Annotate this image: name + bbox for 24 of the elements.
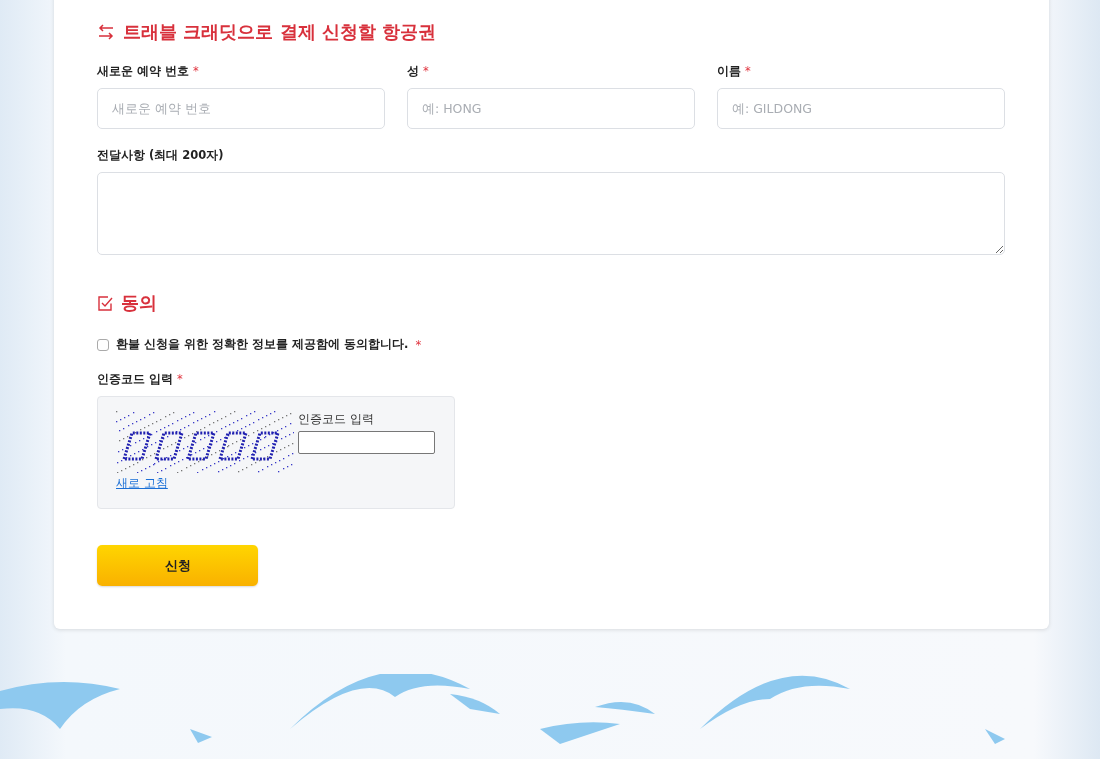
required-mark: *	[745, 64, 751, 78]
required-mark: *	[177, 372, 183, 386]
checkbox-icon	[97, 294, 114, 312]
text-input[interactable]: 예: GILDONG	[717, 88, 1005, 129]
consent-checkbox[interactable]	[97, 338, 109, 351]
field-label: 이름	[717, 64, 741, 78]
required-mark: *	[193, 64, 199, 78]
field-label: 성	[407, 64, 419, 78]
captcha-input-label: 인증코드 입력	[298, 411, 375, 428]
field-label: 전달사항 (최대 200자)	[97, 148, 224, 162]
required-mark: *	[423, 64, 429, 78]
swap-arrows-icon	[97, 24, 115, 40]
text-input[interactable]: 예: HONG	[407, 88, 695, 129]
section-title: 동의	[121, 291, 157, 315]
text-input[interactable]: 새로운 예약 번호	[97, 88, 385, 129]
section-title: 트래블 크래딧으로 결제 신청할 항공권	[123, 20, 437, 44]
captcha-input[interactable]	[298, 431, 435, 454]
refresh-link[interactable]: 새로 고침	[116, 475, 168, 492]
field-label: 인증코드 입력	[97, 372, 173, 386]
message-textarea[interactable]	[97, 172, 1005, 255]
consent-label: 환불 신청을 위한 정확한 정보를 제공함에 동의합니다.	[116, 337, 409, 352]
submit-button[interactable]: 신청	[97, 545, 258, 586]
field-label: 새로운 예약 번호	[97, 64, 189, 78]
required-mark: *	[415, 337, 422, 352]
